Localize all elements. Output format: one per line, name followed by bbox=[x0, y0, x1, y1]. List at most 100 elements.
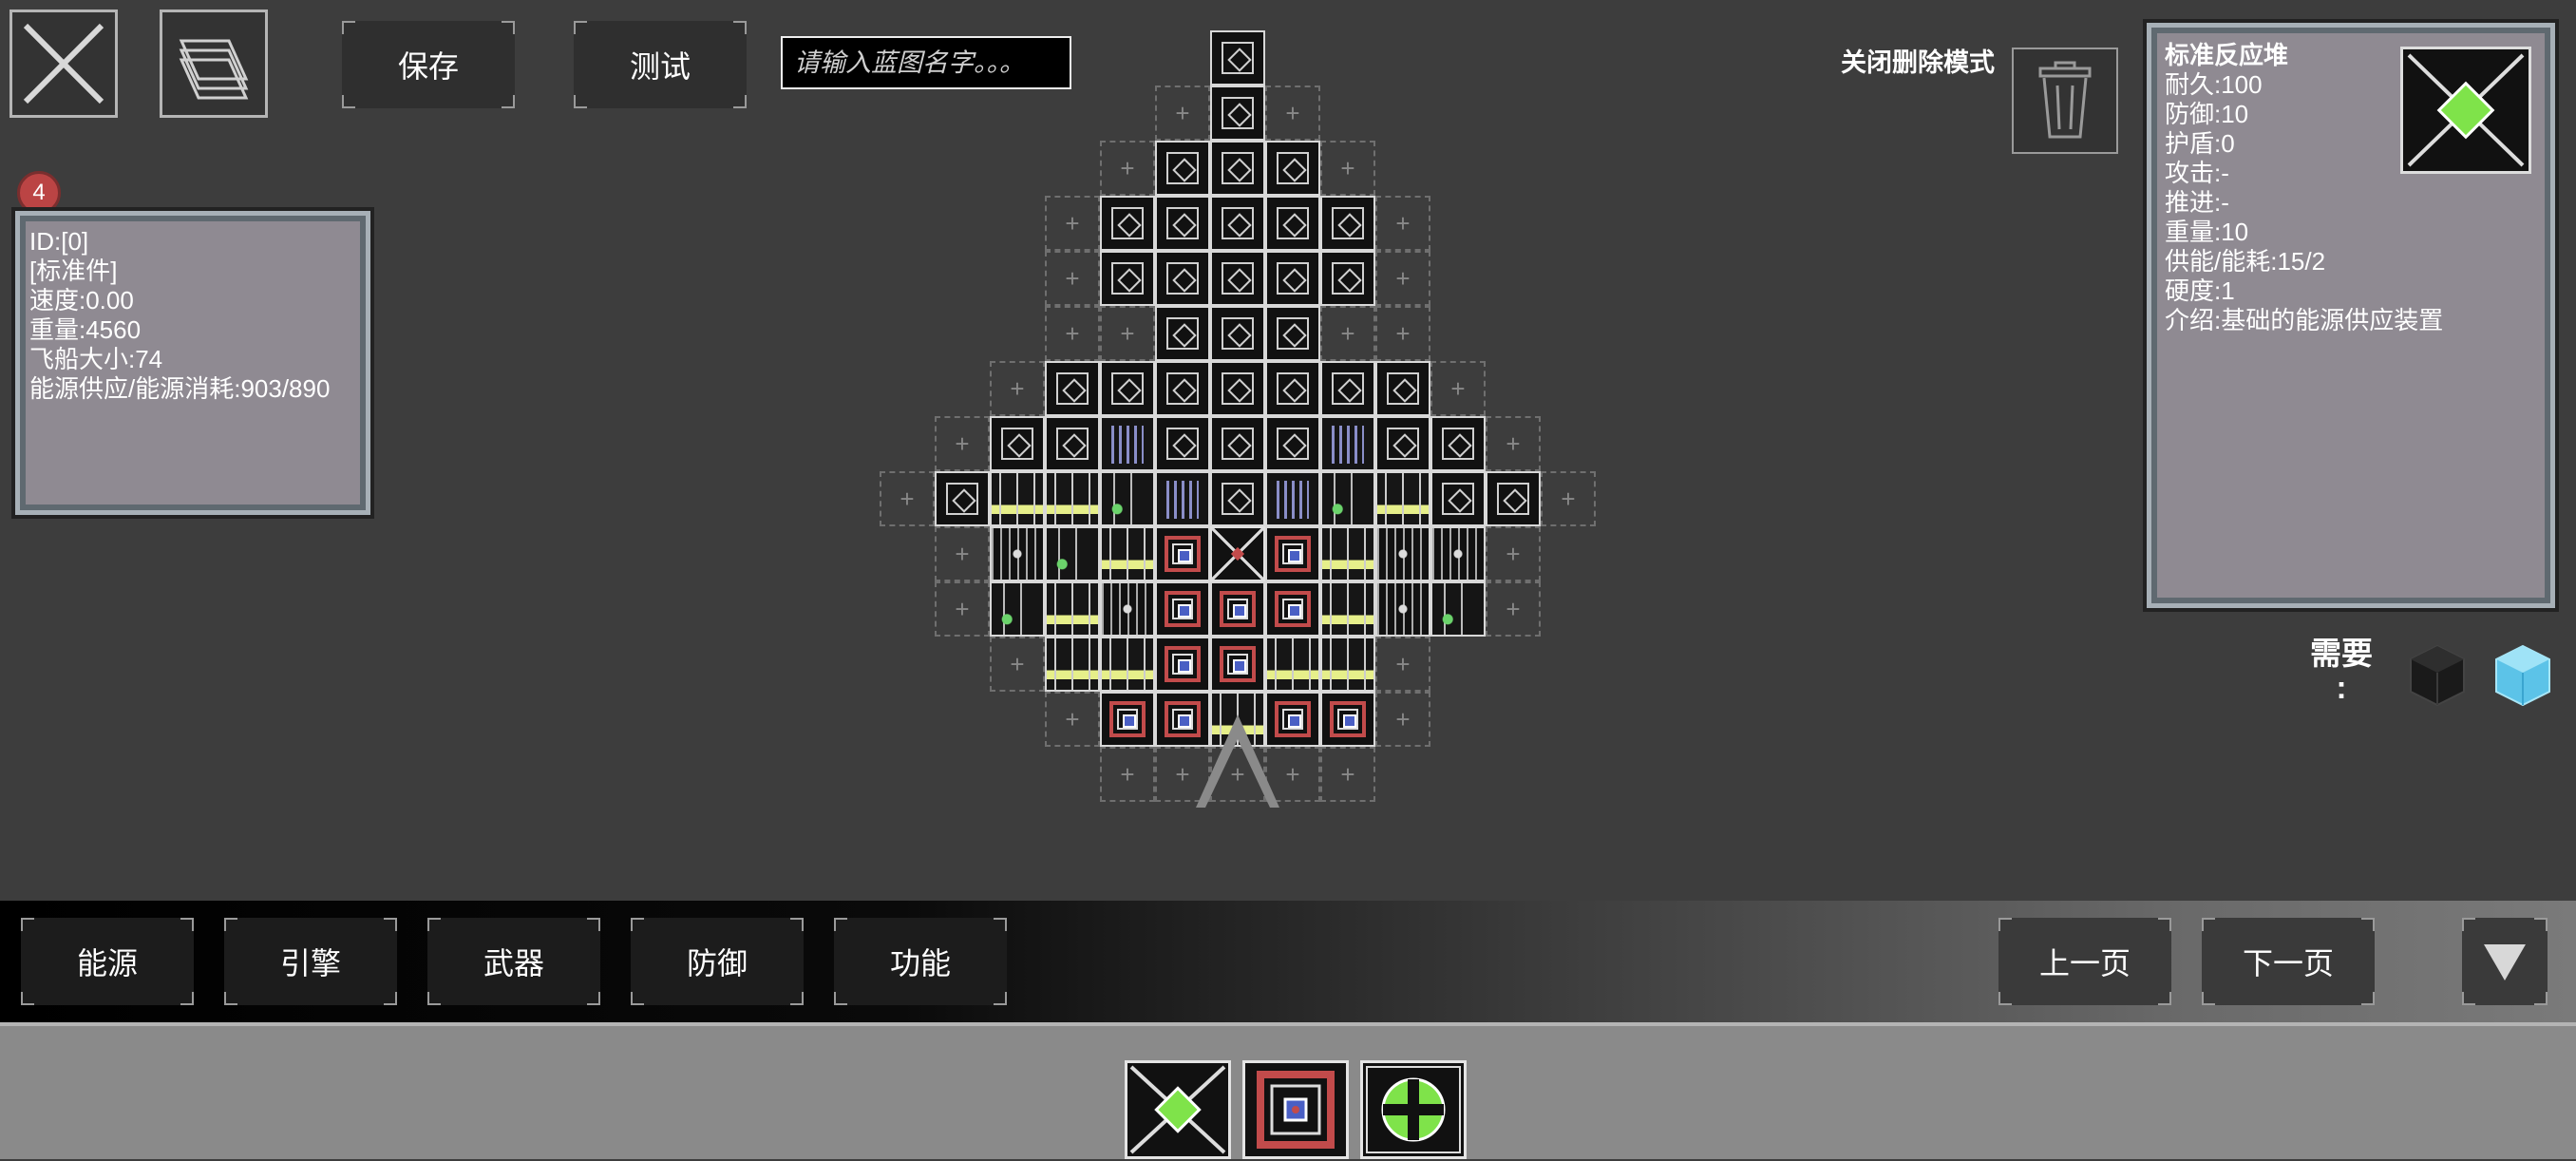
armor-block[interactable] bbox=[1100, 196, 1155, 251]
defense-block[interactable] bbox=[1265, 692, 1320, 747]
category-weapon-button[interactable]: 武器 bbox=[427, 918, 600, 1005]
armor-block[interactable] bbox=[1430, 416, 1486, 471]
armor-block[interactable] bbox=[1265, 361, 1320, 416]
category-function-button[interactable]: 功能 bbox=[834, 918, 1007, 1005]
empty-slot[interactable] bbox=[1045, 251, 1100, 306]
empty-slot[interactable] bbox=[1486, 416, 1541, 471]
armor-block[interactable] bbox=[1210, 471, 1265, 526]
defense-block[interactable] bbox=[1265, 526, 1320, 581]
armor-block[interactable] bbox=[1430, 471, 1486, 526]
armor-block[interactable] bbox=[1155, 196, 1210, 251]
empty-slot[interactable] bbox=[1375, 251, 1430, 306]
category-energy-button[interactable]: 能源 bbox=[21, 918, 194, 1005]
empty-slot[interactable] bbox=[1375, 692, 1430, 747]
empty-slot[interactable] bbox=[1375, 306, 1430, 361]
tray-item-reactor[interactable] bbox=[1125, 1060, 1231, 1159]
defense-block[interactable] bbox=[1100, 692, 1155, 747]
defense-block[interactable] bbox=[1155, 526, 1210, 581]
armor-block[interactable] bbox=[1045, 416, 1100, 471]
empty-slot[interactable] bbox=[935, 526, 990, 581]
power-cell[interactable] bbox=[1265, 637, 1320, 692]
empty-slot[interactable] bbox=[1265, 747, 1320, 802]
empty-slot[interactable] bbox=[1100, 306, 1155, 361]
armor-block[interactable] bbox=[1265, 251, 1320, 306]
empty-slot[interactable] bbox=[1430, 361, 1486, 416]
armor-block[interactable] bbox=[1486, 471, 1541, 526]
armor-block[interactable] bbox=[1320, 251, 1375, 306]
shield-block[interactable] bbox=[990, 526, 1045, 581]
save-button[interactable]: 保存 bbox=[342, 21, 515, 108]
generator-block[interactable] bbox=[1100, 416, 1155, 471]
core-block[interactable] bbox=[1210, 526, 1265, 581]
armor-block[interactable] bbox=[1100, 361, 1155, 416]
engine-block[interactable] bbox=[1100, 471, 1155, 526]
generator-block[interactable] bbox=[1265, 471, 1320, 526]
power-cell[interactable] bbox=[1320, 581, 1375, 637]
empty-slot[interactable] bbox=[935, 581, 990, 637]
empty-slot[interactable] bbox=[1155, 747, 1210, 802]
armor-block[interactable] bbox=[1320, 196, 1375, 251]
delete-mode-button[interactable] bbox=[2012, 48, 2118, 154]
shield-block[interactable] bbox=[1375, 526, 1430, 581]
category-defense-button[interactable]: 防御 bbox=[631, 918, 804, 1005]
tray-item-red-module[interactable] bbox=[1242, 1060, 1349, 1159]
empty-slot[interactable] bbox=[1155, 86, 1210, 141]
defense-block[interactable] bbox=[1265, 581, 1320, 637]
empty-slot[interactable] bbox=[1486, 526, 1541, 581]
power-cell[interactable] bbox=[1045, 637, 1100, 692]
power-cell[interactable] bbox=[1375, 471, 1430, 526]
armor-block[interactable] bbox=[1155, 416, 1210, 471]
notification-badge[interactable]: 4 bbox=[17, 171, 61, 215]
close-button[interactable] bbox=[9, 10, 118, 118]
armor-block[interactable] bbox=[935, 471, 990, 526]
armor-block[interactable] bbox=[1155, 306, 1210, 361]
empty-slot[interactable] bbox=[1320, 306, 1375, 361]
power-cell[interactable] bbox=[990, 471, 1045, 526]
empty-slot[interactable] bbox=[880, 471, 935, 526]
armor-block[interactable] bbox=[1210, 361, 1265, 416]
armor-block[interactable] bbox=[1210, 86, 1265, 141]
empty-slot[interactable] bbox=[1320, 747, 1375, 802]
tray-item-green-module[interactable] bbox=[1360, 1060, 1467, 1159]
armor-block[interactable] bbox=[1265, 306, 1320, 361]
defense-block[interactable] bbox=[1155, 637, 1210, 692]
armor-block[interactable] bbox=[1210, 196, 1265, 251]
armor-block[interactable] bbox=[1265, 416, 1320, 471]
engine-block[interactable] bbox=[1320, 471, 1375, 526]
empty-slot[interactable] bbox=[1100, 141, 1155, 196]
prev-page-button[interactable]: 上一页 bbox=[1998, 918, 2171, 1005]
empty-slot[interactable] bbox=[1375, 637, 1430, 692]
next-page-button[interactable]: 下一页 bbox=[2202, 918, 2375, 1005]
empty-slot[interactable] bbox=[1541, 471, 1596, 526]
empty-slot[interactable] bbox=[1045, 196, 1100, 251]
empty-slot[interactable] bbox=[1320, 141, 1375, 196]
defense-block[interactable] bbox=[1210, 637, 1265, 692]
armor-block[interactable] bbox=[1210, 306, 1265, 361]
defense-block[interactable] bbox=[1155, 581, 1210, 637]
engine-block[interactable] bbox=[1430, 581, 1486, 637]
power-cell[interactable] bbox=[1210, 692, 1265, 747]
engine-block[interactable] bbox=[1045, 526, 1100, 581]
armor-block[interactable] bbox=[1375, 361, 1430, 416]
collapse-button[interactable] bbox=[2462, 918, 2548, 1005]
armor-block[interactable] bbox=[1155, 141, 1210, 196]
power-cell[interactable] bbox=[1045, 581, 1100, 637]
empty-slot[interactable] bbox=[1045, 306, 1100, 361]
armor-block[interactable] bbox=[1210, 416, 1265, 471]
defense-block[interactable] bbox=[1210, 581, 1265, 637]
armor-block[interactable] bbox=[1045, 361, 1100, 416]
test-button[interactable]: 测试 bbox=[574, 21, 747, 108]
generator-block[interactable] bbox=[1155, 471, 1210, 526]
empty-slot[interactable] bbox=[990, 361, 1045, 416]
armor-block[interactable] bbox=[1155, 361, 1210, 416]
power-cell[interactable] bbox=[1100, 637, 1155, 692]
shield-block[interactable] bbox=[1375, 581, 1430, 637]
armor-block[interactable] bbox=[1210, 30, 1265, 86]
armor-block[interactable] bbox=[1375, 416, 1430, 471]
defense-block[interactable] bbox=[1155, 692, 1210, 747]
shield-block[interactable] bbox=[1430, 526, 1486, 581]
empty-slot[interactable] bbox=[1486, 581, 1541, 637]
empty-slot[interactable] bbox=[1045, 692, 1100, 747]
power-cell[interactable] bbox=[1320, 637, 1375, 692]
defense-block[interactable] bbox=[1320, 692, 1375, 747]
